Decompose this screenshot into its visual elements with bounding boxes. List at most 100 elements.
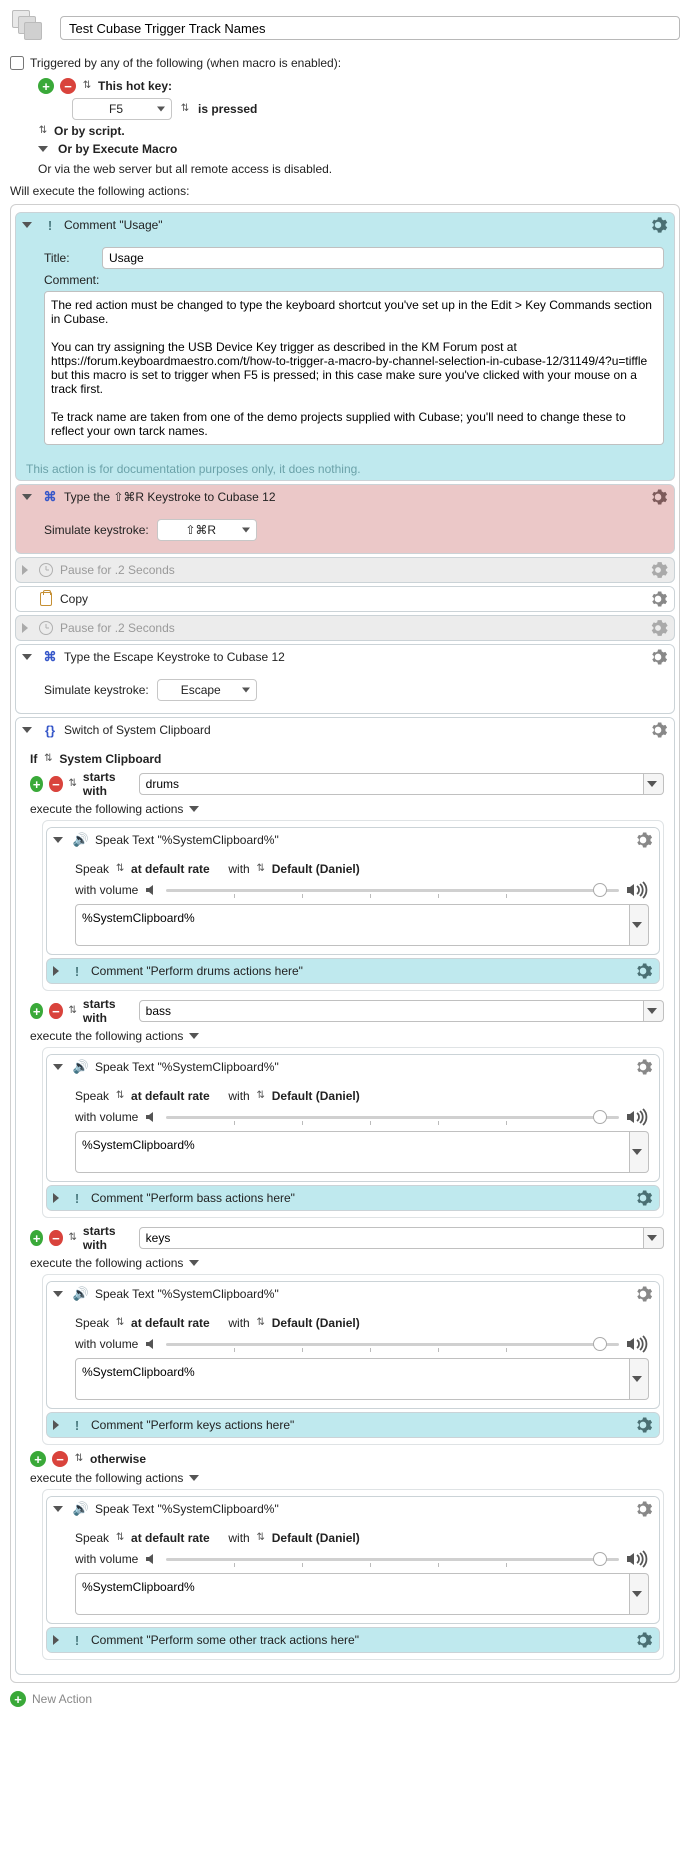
disclosure-icon[interactable]: [53, 1291, 63, 1297]
disclosure-icon[interactable]: [53, 1635, 59, 1645]
volume-slider[interactable]: [166, 1558, 619, 1561]
stepper-icon[interactable]: ⇅: [82, 81, 92, 91]
stepper-icon[interactable]: ⇅: [256, 864, 266, 874]
disclosure-icon[interactable]: [189, 1475, 199, 1481]
gear-icon[interactable]: [633, 961, 653, 981]
case-value-input[interactable]: [139, 773, 644, 795]
remove-case-button[interactable]: −: [49, 1003, 62, 1019]
disclosure-icon[interactable]: [22, 727, 32, 733]
action-type-escape[interactable]: ⌘ Type the Escape Keystroke to Cubase 12…: [15, 644, 675, 714]
comment-body-textarea[interactable]: The red action must be changed to type t…: [44, 291, 664, 445]
token-menu[interactable]: [630, 1131, 649, 1173]
volume-slider[interactable]: [166, 1116, 619, 1119]
gear-icon[interactable]: [648, 487, 668, 507]
add-case-button[interactable]: +: [30, 1230, 43, 1246]
gear-icon[interactable]: [633, 1630, 653, 1650]
add-case-button[interactable]: +: [30, 776, 43, 792]
remove-case-button[interactable]: −: [49, 1230, 62, 1246]
stepper-icon[interactable]: ⇅: [69, 1233, 77, 1243]
gear-icon[interactable]: [648, 589, 668, 609]
disclosure-icon[interactable]: [189, 1260, 199, 1266]
disclosure-icon[interactable]: [53, 966, 59, 976]
stepper-icon[interactable]: ⇅: [115, 1318, 125, 1328]
action-comment-usage[interactable]: ! Comment "Usage" Title: Comment: The re…: [15, 212, 675, 481]
speak-text-input[interactable]: %SystemClipboard%: [75, 1131, 630, 1173]
or-by-execute-macro[interactable]: Or by Execute Macro: [58, 142, 177, 156]
action-pause-disabled[interactable]: Pause for .2 Seconds: [15, 615, 675, 641]
disclosure-icon[interactable]: [22, 565, 28, 575]
action-speak-text[interactable]: 🔊Speak Text "%SystemClipboard%"Speak ⇅ a…: [46, 827, 660, 955]
action-speak-text[interactable]: 🔊Speak Text "%SystemClipboard%"Speak ⇅ a…: [46, 1496, 660, 1624]
disclosure-icon[interactable]: [53, 1064, 63, 1070]
action-type-keystroke-r[interactable]: ⌘ Type the ⇧⌘R Keystroke to Cubase 12 Si…: [15, 484, 675, 554]
macro-title-input[interactable]: [60, 16, 680, 40]
gear-icon[interactable]: [648, 215, 668, 235]
action-comment[interactable]: !Comment "Perform bass actions here": [46, 1185, 660, 1211]
hotkey-field[interactable]: F5: [72, 98, 172, 120]
disclosure-icon[interactable]: [22, 222, 32, 228]
gear-icon[interactable]: [633, 1284, 653, 1304]
case-value-input[interactable]: [139, 1000, 644, 1022]
disclosure-icon[interactable]: [53, 1506, 63, 1512]
stepper-icon[interactable]: ⇅: [256, 1091, 266, 1101]
action-comment[interactable]: !Comment "Perform some other track actio…: [46, 1627, 660, 1653]
stepper-icon[interactable]: ⇅: [256, 1318, 266, 1328]
gear-icon[interactable]: [648, 618, 668, 638]
disclosure-icon[interactable]: [38, 146, 48, 152]
stepper-icon[interactable]: ⇅: [180, 104, 190, 114]
action-speak-text[interactable]: 🔊Speak Text "%SystemClipboard%"Speak ⇅ a…: [46, 1054, 660, 1182]
macro-icon[interactable]: [10, 8, 50, 48]
token-menu[interactable]: [644, 773, 664, 795]
stepper-icon[interactable]: ⇅: [115, 864, 125, 874]
disclosure-icon[interactable]: [22, 654, 32, 660]
disclosure-icon[interactable]: [53, 1193, 59, 1203]
token-menu[interactable]: [630, 1573, 649, 1615]
stepper-icon[interactable]: ⇅: [115, 1091, 125, 1101]
speak-text-input[interactable]: %SystemClipboard%: [75, 1358, 630, 1400]
keystroke-field[interactable]: ⇧⌘R: [157, 519, 257, 541]
action-comment[interactable]: !Comment "Perform drums actions here": [46, 958, 660, 984]
stepper-icon[interactable]: ⇅: [43, 754, 53, 764]
keystroke-field[interactable]: Escape: [157, 679, 257, 701]
disclosure-icon[interactable]: [189, 806, 199, 812]
action-switch[interactable]: {} Switch of System Clipboard If ⇅ Syste…: [15, 717, 675, 1675]
disclosure-icon[interactable]: [22, 623, 28, 633]
token-menu[interactable]: [630, 1358, 649, 1400]
gear-icon[interactable]: [648, 720, 668, 740]
token-menu[interactable]: [644, 1227, 664, 1249]
remove-case-button[interactable]: −: [49, 776, 62, 792]
trigger-enabled-checkbox[interactable]: [10, 56, 24, 70]
add-case-button[interactable]: +: [30, 1451, 46, 1467]
gear-icon[interactable]: [633, 1415, 653, 1435]
action-speak-text[interactable]: 🔊Speak Text "%SystemClipboard%"Speak ⇅ a…: [46, 1281, 660, 1409]
add-case-button[interactable]: +: [30, 1003, 43, 1019]
disclosure-icon[interactable]: [189, 1033, 199, 1039]
gear-icon[interactable]: [633, 1057, 653, 1077]
speak-text-input[interactable]: %SystemClipboard%: [75, 904, 630, 946]
disclosure-icon[interactable]: [53, 1420, 59, 1430]
gear-icon[interactable]: [633, 830, 653, 850]
case-value-input[interactable]: [139, 1227, 644, 1249]
disclosure-icon[interactable]: [53, 837, 63, 843]
token-menu[interactable]: [644, 1000, 664, 1022]
add-trigger-button[interactable]: +: [38, 78, 54, 94]
comment-title-input[interactable]: [102, 247, 664, 269]
stepper-icon[interactable]: ⇅: [74, 1454, 84, 1464]
speak-text-input[interactable]: %SystemClipboard%: [75, 1573, 630, 1615]
volume-slider[interactable]: [166, 889, 619, 892]
gear-icon[interactable]: [633, 1188, 653, 1208]
gear-icon[interactable]: [648, 560, 668, 580]
or-by-script[interactable]: Or by script.: [54, 124, 125, 138]
gear-icon[interactable]: [648, 647, 668, 667]
action-comment[interactable]: !Comment "Perform keys actions here": [46, 1412, 660, 1438]
gear-icon[interactable]: [633, 1499, 653, 1519]
stepper-icon[interactable]: ⇅: [38, 126, 48, 136]
disclosure-icon[interactable]: [22, 494, 32, 500]
action-copy[interactable]: Copy: [15, 586, 675, 612]
stepper-icon[interactable]: ⇅: [115, 1533, 125, 1543]
stepper-icon[interactable]: ⇅: [69, 1006, 77, 1016]
new-action-button[interactable]: +: [10, 1691, 26, 1707]
action-pause-disabled[interactable]: Pause for .2 Seconds: [15, 557, 675, 583]
volume-slider[interactable]: [166, 1343, 619, 1346]
token-menu[interactable]: [630, 904, 649, 946]
